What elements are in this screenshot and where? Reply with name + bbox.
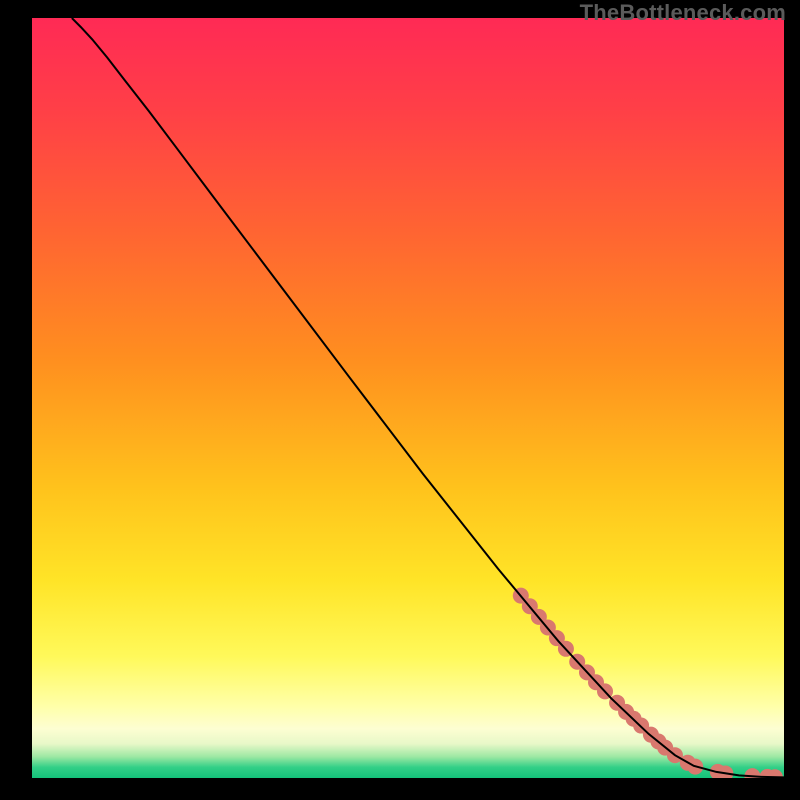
chart-svg [32,18,784,778]
gradient-background [32,18,784,778]
chart-stage: TheBottleneck.com [0,0,800,800]
plot-area [32,18,784,778]
watermark-text: TheBottleneck.com [580,0,786,26]
